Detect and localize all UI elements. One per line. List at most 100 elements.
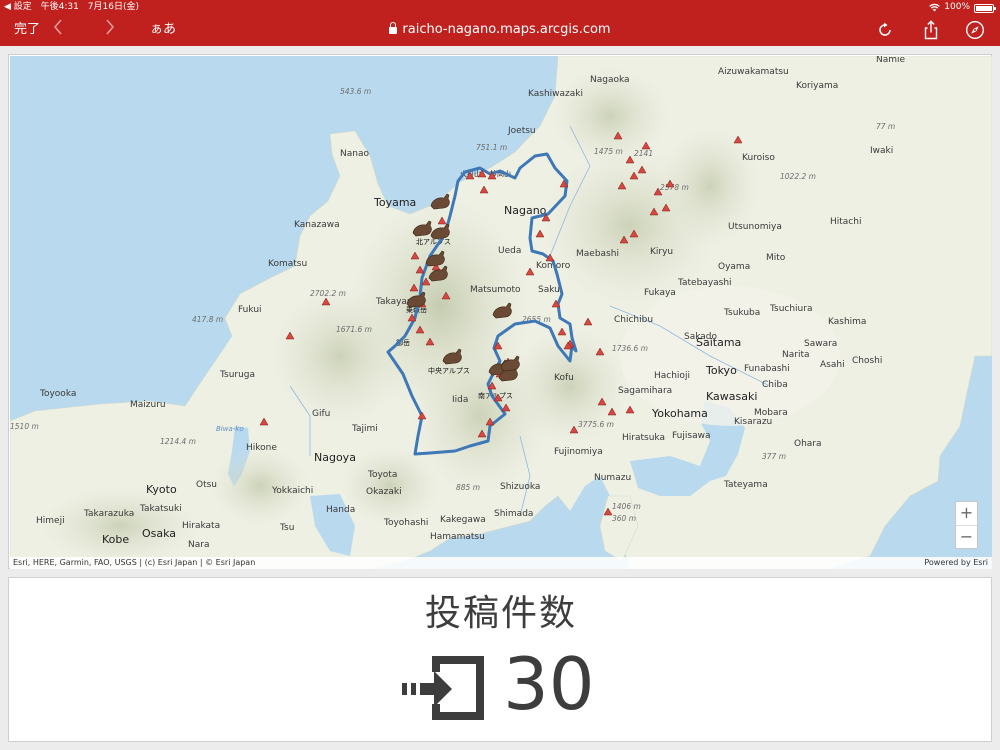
back-button[interactable]	[52, 14, 64, 46]
map-view[interactable]: Nagaoka Aizuwakamatsu Namie Kashiwazaki Kori…	[10, 56, 992, 569]
map-label-iwaki: Iwaki	[870, 146, 893, 156]
map-label-kiryu: Kiryu	[650, 247, 673, 257]
browser-toolbar: raicho-nagano.maps.arcgis.com 完了 ぁあ	[0, 14, 1000, 46]
lock-icon	[389, 22, 398, 34]
map-label-otsu: Otsu	[196, 480, 217, 490]
map-label-iida: Iida	[452, 395, 468, 405]
post-count-value: 30	[503, 642, 595, 726]
map-label-handa: Handa	[326, 505, 355, 515]
map-label-sagamihara: Sagamihara	[618, 386, 672, 396]
map-label-tsuruga: Tsuruga	[219, 370, 255, 380]
reader-options-button[interactable]: ぁあ	[150, 14, 176, 46]
url-text[interactable]: raicho-nagano.maps.arcgis.com	[402, 22, 610, 37]
battery-percent: 100%	[944, 2, 970, 12]
map-label-e2578: 2578 m	[660, 183, 689, 192]
wifi-icon	[929, 3, 941, 11]
map-label-matsumoto: Matsumoto	[470, 285, 521, 295]
map-label-fukui: Fukui	[238, 305, 262, 315]
battery-icon	[974, 3, 996, 13]
share-icon[interactable]	[921, 20, 941, 40]
map-label-koriyama: Koriyama	[796, 81, 838, 91]
zoom-out-button[interactable]: −	[956, 526, 977, 549]
map-label-chichibu: Chichibu	[614, 315, 653, 325]
map-label-maebashi: Maebashi	[576, 249, 619, 259]
back-to-app-link[interactable]: ◀ 設定	[4, 2, 32, 12]
map-label-narita: Narita	[782, 350, 810, 360]
map-label-joetsu: Joetsu	[507, 126, 536, 136]
map-label-asahi: Asahi	[820, 360, 845, 370]
zoom-in-button[interactable]: +	[956, 502, 977, 525]
compass-icon[interactable]	[965, 20, 985, 40]
map-label-e417: 417.8 m	[192, 315, 223, 324]
powered-by-esri-link[interactable]: Powered by Esri	[924, 557, 988, 569]
map-label-kobe: Kobe	[102, 533, 129, 546]
map-label-tsuchiura: Tsuchiura	[769, 304, 812, 314]
map-label-tsukuba: Tsukuba	[723, 308, 760, 318]
map-label-e2141: 2141	[634, 149, 653, 158]
map-label-kita-alps: 北アルプス	[416, 238, 451, 246]
map-label-choshi: Choshi	[852, 356, 882, 366]
reload-icon[interactable]	[875, 20, 895, 40]
map-label-saitama: Saitama	[696, 336, 741, 349]
map-label-chuo-alps: 中央アルプス	[428, 366, 470, 375]
attribution-text: Esri, HERE, Garmin, FAO, USGS | (c) Esri…	[13, 558, 256, 567]
map-label-kuroiso: Kuroiso	[742, 153, 775, 163]
done-button[interactable]: 完了	[14, 14, 40, 46]
map-label-tateyama: Tateyama	[723, 480, 768, 490]
map-label-fujisawa: Fujisawa	[672, 431, 710, 441]
map-label-okazaki: Okazaki	[366, 487, 402, 497]
map-label-toyota: Toyota	[367, 470, 397, 480]
status-bar: ◀ 設定 午後4:31 7月16日(金) 100%	[0, 0, 1000, 14]
map-label-yokkaichi: Yokkaichi	[271, 486, 313, 496]
map-label-kisarazu: Kisarazu	[734, 417, 772, 427]
map-label-biwako: Biwa-ko	[216, 425, 244, 433]
map-label-e377: 377 m	[762, 452, 786, 461]
map-label-shizuoka: Shizuoka	[500, 482, 540, 492]
map-label-komatsu: Komatsu	[268, 259, 307, 269]
basemap: Nagaoka Aizuwakamatsu Namie Kashiwazaki Kori…	[10, 56, 992, 569]
chevron-right-icon	[106, 19, 115, 35]
map-label-funabashi: Funabashi	[744, 364, 790, 374]
map-label-takarazuka: Takarazuka	[83, 509, 134, 519]
map-label-toyooka: Toyooka	[39, 389, 76, 399]
safari-app: ◀ 設定 午後4:31 7月16日(金) 100% raicho-nagano.…	[0, 0, 1000, 750]
map-label-e77: 77 m	[876, 122, 895, 131]
forward-button[interactable]	[104, 14, 116, 46]
map-label-fujinomiya: Fujinomiya	[554, 447, 603, 457]
map-attribution: Esri, HERE, Garmin, FAO, USGS | (c) Esri…	[10, 557, 992, 569]
map-label-hikone: Hikone	[246, 443, 277, 453]
map-label-e360: 360 m	[612, 514, 636, 523]
map-label-tokyo: Tokyo	[705, 364, 737, 377]
map-label-e1022: 1022.2 m	[780, 172, 816, 181]
map-label-kofu: Kofu	[554, 373, 574, 383]
map-label-e1671: 1671.6 m	[336, 325, 372, 334]
map-label-chiba: Chiba	[762, 380, 788, 390]
map-label-osaka: Osaka	[142, 527, 176, 540]
map-label-shimada: Shimada	[494, 509, 533, 519]
map-label-e1475: 1475 m	[594, 147, 623, 156]
map-label-toyama: Toyama	[373, 196, 416, 209]
map-label-kanazawa: Kanazawa	[294, 220, 340, 230]
map-label-maizuru: Maizuru	[130, 400, 166, 410]
map-label-takatsuki: Takatsuki	[139, 504, 182, 514]
post-count-title: 投稿件数	[424, 593, 577, 634]
map-label-tatebayashi: Tatebayashi	[677, 278, 732, 288]
map-label-e1214: 1214.4 m	[160, 437, 196, 446]
map-label-hamamatsu: Hamamatsu	[430, 532, 485, 542]
map-label-nagoya: Nagoya	[314, 451, 356, 464]
map-label-nara: Nara	[188, 540, 209, 550]
map-label-tsu: Tsu	[279, 523, 294, 533]
sign-in-icon	[402, 656, 484, 720]
map-label-oyama: Oyama	[718, 262, 750, 272]
map-label-namie: Namie	[876, 56, 906, 65]
map-label-e1406: 1406 m	[612, 502, 641, 511]
map-label-e1736: 1736.6 m	[612, 344, 648, 353]
map-label-hiratsuka: Hiratsuka	[622, 433, 665, 443]
map-label-aizuwakamatsu: Aizuwakamatsu	[718, 67, 789, 77]
map-label-saku: Saku	[538, 285, 560, 295]
map-label-e2702: 2702.2 m	[310, 289, 346, 298]
map-label-yokohama: Yokohama	[651, 407, 708, 420]
map-label-toyohashi: Toyohashi	[383, 518, 428, 528]
status-time: 午後4:31	[40, 2, 79, 12]
map-label-kakegawa: Kakegawa	[440, 515, 486, 525]
